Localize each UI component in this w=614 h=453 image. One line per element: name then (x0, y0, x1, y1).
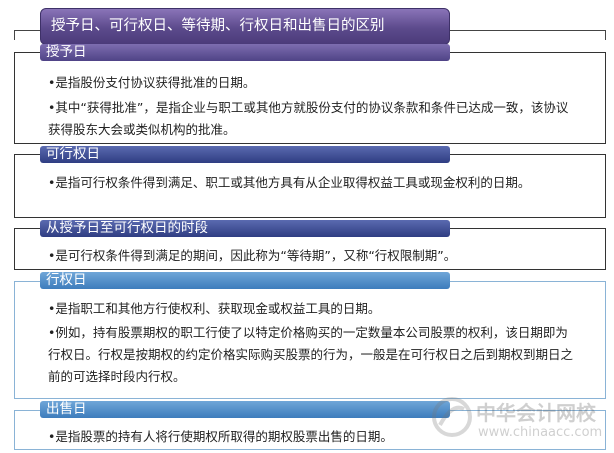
section-header-grant-date: 授予日 (40, 44, 450, 61)
section-header-waiting-period: 从授予日至可行权日的时段 (40, 220, 450, 237)
waiting-period-text: •是可行权条件得到满足的期间，因此称为“等待期”，又称“行权限制期”。 (48, 248, 457, 263)
exercise-date-text-2: •例如，持有股票期权的职工行使了以特定价格购买的一定数量本公司股票的权利，该日期… (48, 325, 574, 384)
vesting-date-text: •是指可行权条件得到满足、职工或其他方具有从企业取得权益工具或现金权利的日期。 (48, 175, 531, 190)
grant-date-text-1: •是指股份支付协议获得批准的日期。 (48, 75, 256, 90)
section-header-vesting-date: 可行权日 (40, 146, 450, 163)
grant-date-text-2: •其中“获得批准”，是指企业与职工或其他方就股份支付的协议条款和条件已达成一致，… (48, 100, 569, 137)
sale-date-text: •是指股票的持有人将行使期权所取得的期权股票出售的日期。 (48, 429, 393, 444)
page-title: 授予日、可行权日、等待期、行权日和出售日的区别 (40, 8, 450, 45)
section-header-sale-date: 出售日 (40, 401, 450, 418)
section-header-exercise-date: 行权日 (40, 272, 450, 289)
exercise-date-text-1: •是指职工和其他方行使权利、获取现金或权益工具的日期。 (48, 301, 381, 316)
